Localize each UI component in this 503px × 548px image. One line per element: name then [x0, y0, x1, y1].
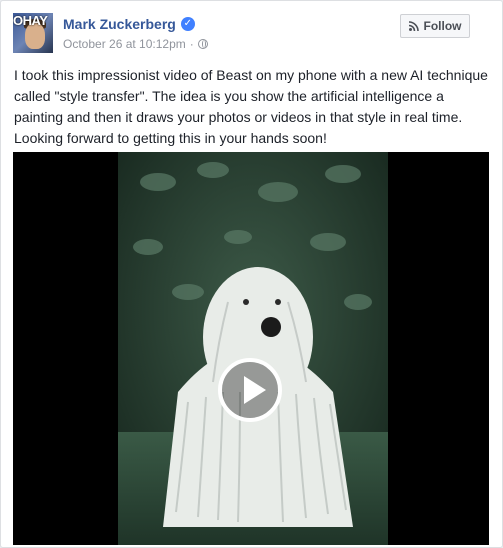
meta-separator: ·: [189, 37, 194, 51]
avatar-watermark: OHAY: [13, 13, 48, 28]
verified-badge-icon: ✓: [180, 17, 195, 31]
play-icon[interactable]: [218, 358, 282, 422]
post-body-text: I took this impressionist video of Beast…: [14, 67, 488, 146]
video-player[interactable]: [13, 152, 489, 545]
follow-button[interactable]: Follow: [400, 14, 470, 38]
rss-icon: [408, 21, 419, 31]
post-timestamp[interactable]: October 26 at 10:12pm: [63, 37, 186, 51]
author-row: Mark Zuckerberg ✓: [63, 16, 195, 32]
video-still-image: [118, 152, 388, 545]
follow-label: Follow: [423, 19, 462, 33]
post-meta: October 26 at 10:12pm ·: [63, 37, 208, 51]
author-avatar[interactable]: OHAY: [13, 13, 53, 53]
globe-icon[interactable]: [197, 39, 208, 49]
video-frame: [118, 152, 388, 545]
author-name-link[interactable]: Mark Zuckerberg: [63, 16, 176, 32]
post-card: OHAY Mark Zuckerberg ✓ October 26 at 10:…: [0, 0, 503, 548]
